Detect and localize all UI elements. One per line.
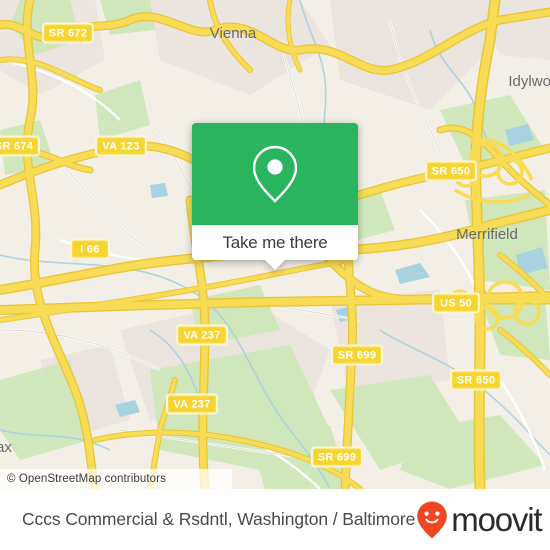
page-footer: Cccs Commercial & Rsdntl, Washington / B… bbox=[0, 489, 550, 550]
road-shield: SR 672 bbox=[42, 22, 94, 44]
map-place-label: Idylwood bbox=[508, 73, 550, 90]
screen: Vienna Idylwood Merrifield ax SR 672 SR 674 V… bbox=[0, 0, 550, 550]
road-shield: SR 650 bbox=[425, 160, 477, 182]
road-shield: SR 674 bbox=[0, 135, 40, 157]
popup-tail-pointer bbox=[264, 259, 286, 270]
moovit-wordmark: moovit bbox=[451, 501, 542, 538]
attribution-text: © OpenStreetMap contributors bbox=[7, 473, 166, 485]
road-shield: I 66 bbox=[70, 238, 110, 260]
road-shield-label: VA 123 bbox=[102, 141, 139, 153]
popup-header bbox=[192, 123, 358, 225]
map-place-label: Vienna bbox=[210, 25, 257, 42]
road-shield: SR 650 bbox=[450, 369, 502, 391]
place-title: Cccs Commercial & Rsdntl, Washington / B… bbox=[22, 509, 416, 529]
road-shield: SR 699 bbox=[311, 446, 363, 468]
map-place-label: ax bbox=[0, 439, 12, 456]
location-popup-card[interactable]: Take me there bbox=[192, 123, 358, 270]
road-shield-label: SR 674 bbox=[0, 141, 34, 153]
road-shield-label: VA 237 bbox=[173, 399, 210, 411]
moovit-pin-icon bbox=[417, 501, 448, 538]
moovit-logo[interactable]: moovit bbox=[415, 500, 542, 540]
map-pin-icon bbox=[252, 145, 298, 203]
road-shield-label: SR 699 bbox=[318, 452, 357, 464]
road-shield: SR 699 bbox=[331, 344, 383, 366]
road-shield: VA 123 bbox=[95, 135, 147, 157]
map-attribution[interactable]: © OpenStreetMap contributors bbox=[0, 469, 232, 489]
map-place-label: Merrifield bbox=[456, 226, 518, 243]
road-shield-label: SR 650 bbox=[457, 375, 496, 387]
road-shield: VA 237 bbox=[176, 324, 228, 346]
popup-footer[interactable]: Take me there bbox=[192, 225, 358, 270]
road-shield-label: I 66 bbox=[80, 244, 100, 256]
road-shield-label: SR 650 bbox=[432, 166, 471, 178]
road-shield-label: SR 672 bbox=[49, 28, 88, 40]
road-shield-label: US 50 bbox=[440, 298, 472, 310]
take-me-there-label: Take me there bbox=[222, 232, 328, 252]
road-shield-label: VA 237 bbox=[183, 330, 220, 342]
road-shield: US 50 bbox=[432, 292, 480, 314]
road-shield-label: SR 699 bbox=[338, 350, 377, 362]
road-shield: VA 237 bbox=[166, 393, 218, 415]
